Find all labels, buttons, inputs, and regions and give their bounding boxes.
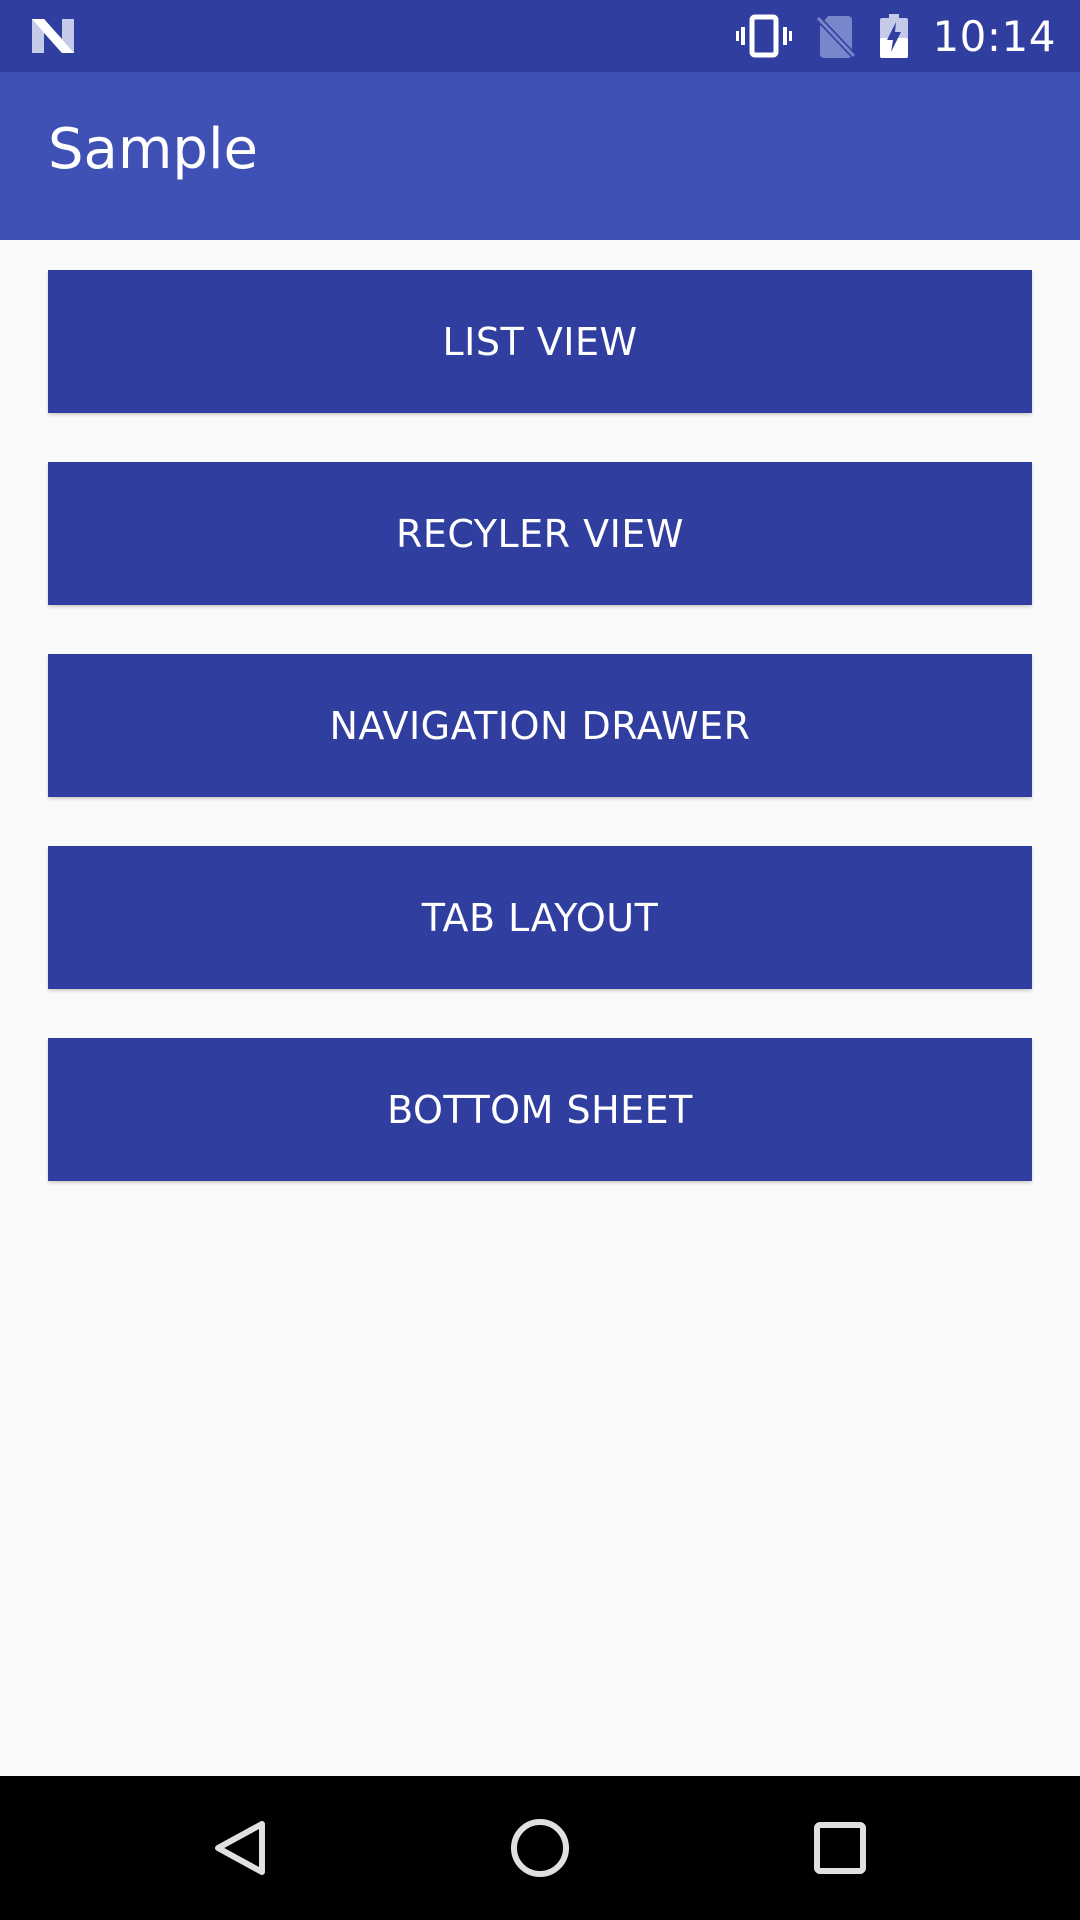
recents-icon[interactable]: [804, 1812, 876, 1884]
bottom-sheet-button[interactable]: BOTTOM SHEET: [48, 1038, 1032, 1181]
vibrate-icon: [736, 14, 793, 58]
app-bar: Sample: [0, 72, 1080, 240]
status-bar: 10:14: [0, 0, 1080, 72]
back-icon[interactable]: [204, 1812, 276, 1884]
list-view-button[interactable]: LIST VIEW: [48, 270, 1032, 413]
android-n-icon: [30, 17, 76, 55]
app-screen: 10:14 Sample LIST VIEW RECYLER VIEW NAVI…: [0, 0, 1080, 1920]
no-sim-icon: [816, 14, 857, 58]
home-icon[interactable]: [504, 1812, 576, 1884]
recycler-view-button[interactable]: RECYLER VIEW: [48, 462, 1032, 605]
app-title: Sample: [48, 117, 258, 182]
tab-layout-button[interactable]: TAB LAYOUT: [48, 846, 1032, 989]
navigation-bar: [0, 1776, 1080, 1920]
status-clock: 10:14: [932, 11, 1056, 61]
battery-charging-icon: [880, 14, 909, 58]
navigation-drawer-button[interactable]: NAVIGATION DRAWER: [48, 654, 1032, 797]
status-icons: 10:14: [736, 0, 1056, 72]
